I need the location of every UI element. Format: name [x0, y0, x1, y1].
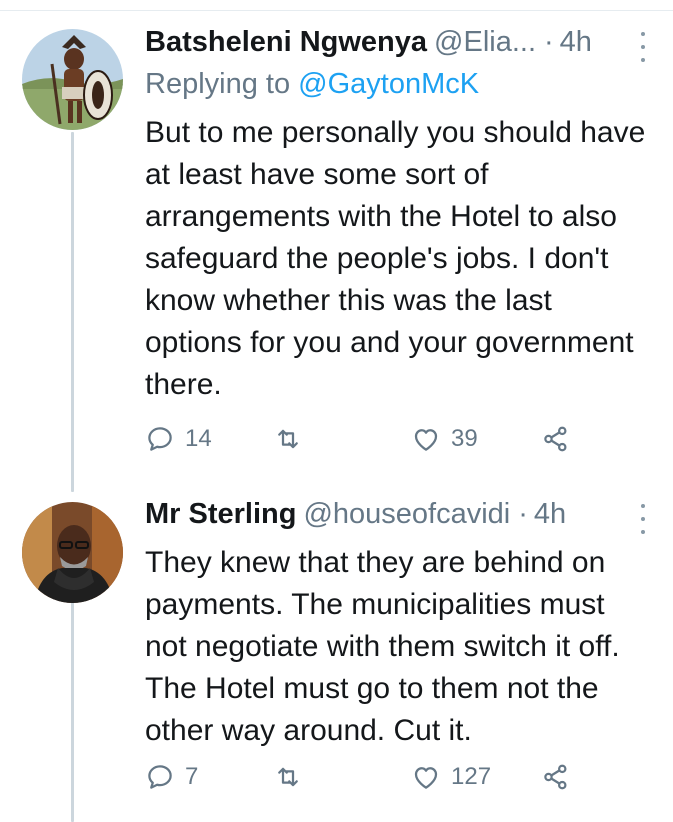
more-options-icon[interactable] [633, 32, 653, 62]
mention-link[interactable]: @GaytonMcK [298, 68, 479, 100]
tweet-content: Batsheleni Ngwenya @Elia... · 4h Replyin… [145, 26, 653, 406]
retweet-icon [278, 767, 298, 787]
reply-icon [148, 765, 172, 789]
separator-dot: · [544, 26, 554, 58]
separator-dot: · [518, 498, 528, 530]
more-options-icon[interactable] [633, 504, 653, 534]
tweet-text: They knew that they are behind on paymen… [145, 546, 620, 747]
replying-to: Replying to @GaytonMcK [145, 68, 653, 108]
like-count: 127 [451, 763, 492, 790]
display-name[interactable]: Batsheleni Ngwenya [145, 26, 427, 59]
user-handle[interactable]: @Elia... [434, 26, 536, 59]
retweet-button[interactable] [273, 424, 303, 454]
avatar[interactable] [22, 502, 123, 603]
like-button[interactable]: 127 [411, 762, 491, 792]
tweet-actions: 7 127 [145, 762, 605, 802]
avatar[interactable] [22, 29, 123, 130]
tweet-header: Mr Sterling @houseofcavidi · 4h [145, 498, 653, 538]
tweet-content: Mr Sterling @houseofcavidi · 4h They kne… [145, 498, 653, 752]
tweet[interactable]: Batsheleni Ngwenya @Elia... · 4h Replyin… [0, 0, 673, 480]
tweet-text: But to me personally you should have at … [145, 116, 646, 401]
share-icon [544, 764, 567, 790]
reply-button[interactable]: 14 [145, 424, 212, 454]
tweet[interactable]: Mr Sterling @houseofcavidi · 4h They kne… [0, 480, 673, 822]
like-icon [414, 767, 438, 789]
reply-icon [148, 427, 172, 451]
share-icon [544, 426, 567, 452]
like-icon [414, 429, 438, 451]
retweet-button[interactable] [273, 762, 303, 792]
timestamp[interactable]: 4h [560, 26, 592, 59]
display-name[interactable]: Mr Sterling [145, 498, 296, 531]
like-button[interactable]: 39 [411, 424, 478, 454]
reply-count: 14 [185, 425, 212, 452]
user-handle[interactable]: @houseofcavidi [303, 498, 510, 531]
reply-button[interactable]: 7 [145, 762, 198, 792]
like-count: 39 [451, 425, 478, 452]
tweet-actions: 14 39 [145, 424, 605, 464]
share-button[interactable] [541, 762, 571, 792]
timestamp[interactable]: 4h [534, 498, 566, 531]
reply-count: 7 [185, 763, 199, 790]
share-button[interactable] [541, 424, 571, 454]
tweet-header: Batsheleni Ngwenya @Elia... · 4h [145, 26, 653, 66]
replying-to-label: Replying to [145, 68, 299, 100]
retweet-icon [278, 429, 298, 449]
